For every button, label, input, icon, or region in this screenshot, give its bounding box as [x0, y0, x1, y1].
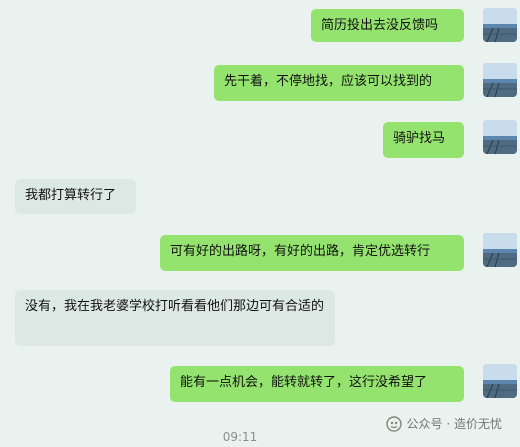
sea-view-avatar-icon [483, 364, 517, 398]
message-bubble-incoming[interactable]: 没有，我在我老婆学校打听看看他们那边可有合适的 [15, 290, 335, 346]
message-bubble-outgoing[interactable]: 骑驴找马 [383, 122, 464, 158]
message-bubble-outgoing[interactable]: 可有好的出路呀，有好的出路，肯定优选转行 [160, 235, 464, 271]
message-bubble-incoming[interactable]: 我都打算转行了 [15, 179, 136, 214]
sea-view-avatar-icon [483, 120, 517, 154]
sea-view-avatar-icon [483, 63, 517, 97]
message-bubble-outgoing[interactable]: 能有一点机会，能转就转了，这行没希望了 [170, 366, 464, 402]
avatar[interactable] [483, 63, 517, 97]
message-bubble-outgoing[interactable]: 简历投出去没反馈吗 [311, 9, 464, 42]
message-text: 能有一点机会，能转就转了，这行没希望了 [180, 375, 428, 390]
timestamp: 09:11 [222, 430, 258, 444]
message-text: 我都打算转行了 [25, 188, 117, 203]
message-text: 没有，我在我老婆学校打听看看他们那边可有合适的 [25, 299, 325, 314]
message-bubble-outgoing[interactable]: 先干着，不停地找，应该可以找到的 [214, 65, 464, 101]
avatar[interactable] [483, 8, 517, 42]
avatar[interactable] [483, 364, 517, 398]
message-text: 先干着，不停地找，应该可以找到的 [224, 74, 433, 89]
avatar[interactable] [483, 233, 517, 267]
sea-view-avatar-icon [483, 233, 517, 267]
sea-view-avatar-icon [483, 8, 517, 42]
message-text: 骑驴找马 [393, 131, 446, 146]
message-text: 简历投出去没反馈吗 [321, 18, 439, 33]
message-text: 可有好的出路呀，有好的出路，肯定优选转行 [170, 244, 431, 259]
avatar[interactable] [483, 120, 517, 154]
